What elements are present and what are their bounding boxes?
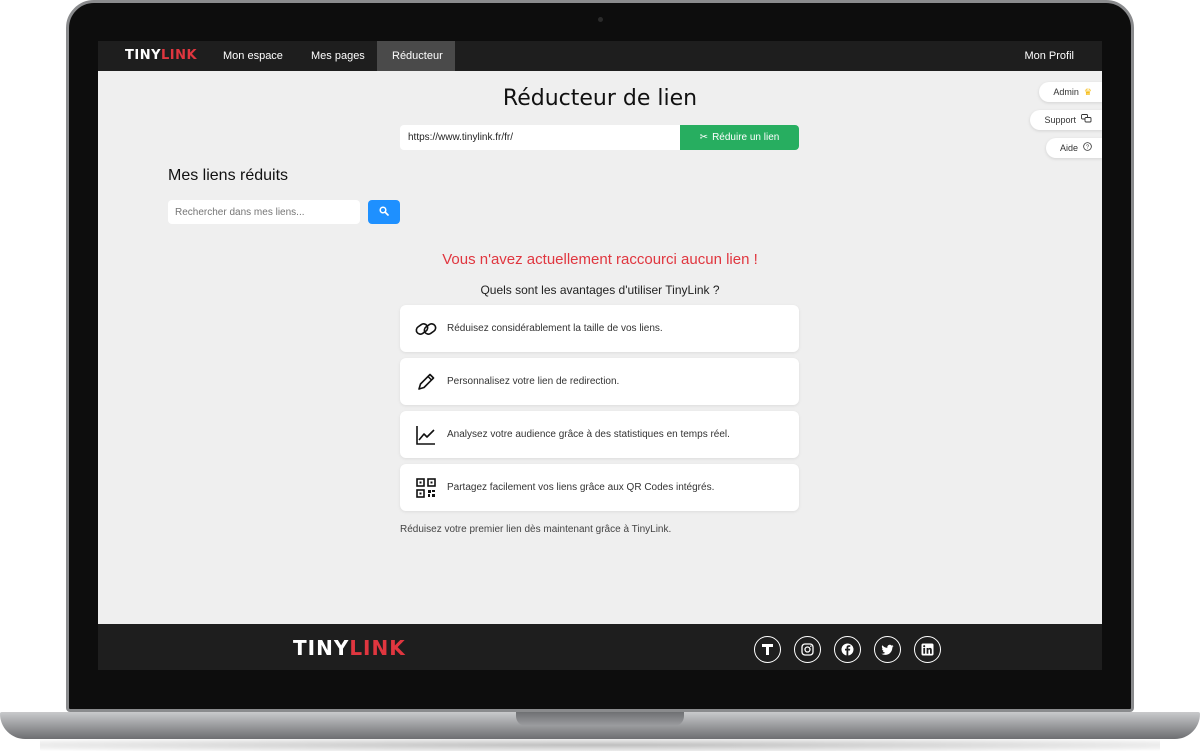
- advantage-text: Partagez facilement vos liens grâce aux …: [447, 482, 715, 493]
- nav-item-mon-espace[interactable]: Mon espace: [208, 41, 298, 71]
- advantage-text: Réduisez considérablement la taille de v…: [447, 323, 663, 334]
- chat-icon: [1081, 110, 1092, 130]
- footer-brand-tiny: TINY: [293, 636, 350, 660]
- advantage-text: Analysez votre audience grâce à des stat…: [447, 429, 730, 440]
- advantage-card: Partagez facilement vos liens grâce aux …: [400, 464, 799, 511]
- side-support-label: Support: [1044, 115, 1076, 125]
- screen: TINYLINK Mon espace Mes pages Réducteur …: [98, 41, 1102, 670]
- tinylink-icon[interactable]: [754, 636, 781, 663]
- shorten-button[interactable]: ✂ Réduire un lien: [680, 125, 799, 150]
- twitter-icon[interactable]: [874, 636, 901, 663]
- brand-tiny: TINY: [125, 48, 161, 63]
- laptop-notch: [516, 712, 684, 726]
- scissors-icon: ✂: [699, 132, 709, 143]
- pencil-icon: [414, 370, 438, 394]
- question-circle-icon: ?: [1083, 138, 1092, 158]
- laptop-shadow: [40, 739, 1160, 751]
- advantages-title: Quels sont les avantages d'utiliser Tiny…: [480, 283, 720, 297]
- footer: TINYLINK: [98, 624, 1102, 670]
- side-help-label: Aide: [1059, 143, 1078, 153]
- camera: [598, 17, 603, 22]
- advantage-card: Analysez votre audience grâce à des stat…: [400, 411, 799, 458]
- link-icon: [414, 317, 438, 341]
- search-input[interactable]: [168, 200, 360, 224]
- top-navbar: TINYLINK Mon espace Mes pages Réducteur …: [98, 41, 1102, 71]
- nav-item-mes-pages[interactable]: Mes pages: [296, 41, 380, 71]
- advantage-card: Personnalisez votre lien de redirection.: [400, 358, 799, 405]
- my-links-title: Mes liens réduits: [168, 167, 289, 184]
- advantage-text: Personnalisez votre lien de redirection.: [447, 376, 620, 387]
- facebook-icon[interactable]: [834, 636, 861, 663]
- search-icon: [379, 206, 389, 218]
- qr-code-icon: [414, 476, 438, 500]
- footer-brand-logo[interactable]: TINYLINK: [293, 636, 406, 660]
- brand-logo[interactable]: TINYLINK: [125, 48, 197, 63]
- footer-brand-link: LINK: [349, 636, 406, 660]
- url-input[interactable]: [400, 125, 680, 150]
- side-help-button[interactable]: Aide ?: [1045, 138, 1102, 158]
- linkedin-icon[interactable]: [914, 636, 941, 663]
- search-button[interactable]: [368, 200, 400, 224]
- page-title: Réducteur de lien: [502, 86, 698, 111]
- instagram-icon[interactable]: [794, 636, 821, 663]
- side-support-button[interactable]: Support: [1030, 110, 1102, 130]
- cta-text: Réduisez votre premier lien dès maintena…: [400, 524, 672, 535]
- brand-link: LINK: [161, 48, 198, 63]
- chart-icon: [414, 423, 438, 447]
- empty-state-message: Vous n'avez actuellement raccourci aucun…: [442, 251, 758, 268]
- nav-item-reducteur[interactable]: Réducteur: [377, 41, 455, 71]
- shorten-button-label: Réduire un lien: [712, 132, 780, 143]
- advantage-card: Réduisez considérablement la taille de v…: [400, 305, 799, 352]
- nav-profile[interactable]: Mon Profil: [1024, 41, 1074, 71]
